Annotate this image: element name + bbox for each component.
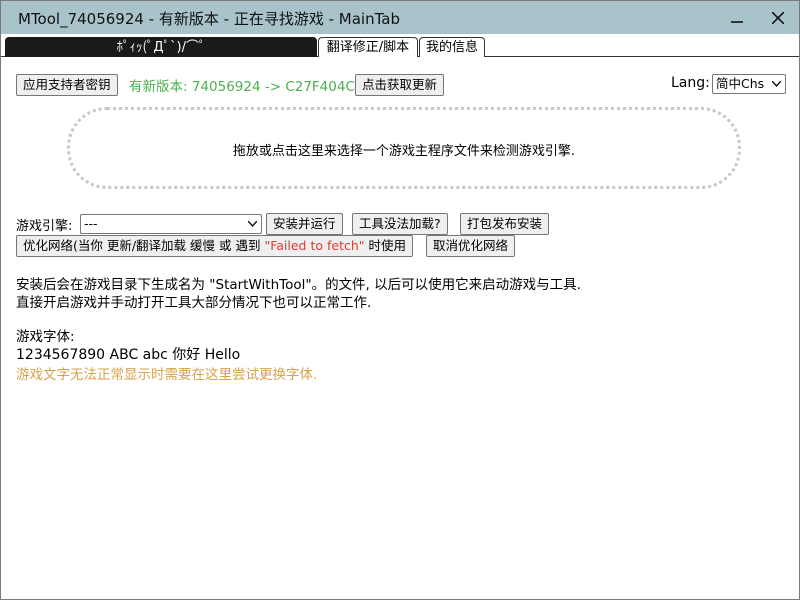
tab-strip: ﾎﾟｨｯ(ﾟДﾟ`)/⌒ﾟ 翻译修正/脚本 我的信息 bbox=[1, 34, 799, 58]
new-version-text: 有新版本: 74056924 -> C27F404C bbox=[129, 79, 355, 95]
install-info-line-1: 安装后会在游戏目录下生成名为 "StartWithTool"。的文件, 以后可以… bbox=[16, 277, 581, 293]
install-and-run-button[interactable]: 安装并运行 bbox=[266, 213, 343, 235]
close-button[interactable] bbox=[755, 1, 800, 34]
package-release-button[interactable]: 打包发布安装 bbox=[460, 213, 550, 235]
window-title: MTool_74056924 - 有新版本 - 正在寻找游戏 - MainTab bbox=[18, 10, 400, 28]
engine-select-value: --- bbox=[84, 216, 98, 231]
game-engine-label: 游戏引擎: bbox=[16, 219, 73, 234]
minimize-button[interactable] bbox=[714, 1, 760, 34]
close-icon bbox=[772, 12, 784, 24]
change-font-hint[interactable]: 游戏文字无法正常显示时需要在这里尝试更换字体. bbox=[16, 363, 317, 383]
main-content: 应用支持者密钥 有新版本: 74056924 -> C27F404C 点击获取更… bbox=[1, 58, 799, 599]
lang-select[interactable]: 简中Chs bbox=[712, 74, 786, 94]
game-font-label: 游戏字体: bbox=[16, 329, 75, 345]
optimize-prefix: 优化网络(当你 更新/翻译加载 缓慢 或 遇到 bbox=[23, 238, 265, 253]
get-update-button[interactable]: 点击获取更新 bbox=[355, 74, 445, 96]
chevron-down-icon bbox=[772, 81, 781, 87]
minimize-icon bbox=[731, 21, 743, 23]
app-window: MTool_74056924 - 有新版本 - 正在寻找游戏 - MainTab… bbox=[0, 0, 800, 600]
optimize-network-button[interactable]: 优化网络(当你 更新/翻译加载 缓慢 或 遇到 "Failed to fetch… bbox=[16, 235, 414, 257]
game-file-dropzone[interactable]: 拖放或点击这里来选择一个游戏主程序文件来检测游戏引擎. bbox=[67, 107, 741, 189]
install-info-line-2: 直接开启游戏并手动打开工具大部分情况下也可以正常工作. bbox=[16, 295, 372, 311]
cancel-optimize-network-button[interactable]: 取消优化网络 bbox=[426, 235, 516, 257]
optimize-suffix: 时使用 bbox=[364, 238, 407, 253]
failed-to-fetch-text: "Failed to fetch" bbox=[264, 238, 365, 253]
game-font-sample: 1234567890 ABC abc 你好 Hello bbox=[16, 347, 241, 363]
tool-not-loading-button[interactable]: 工具没法加载? bbox=[352, 213, 448, 235]
tab-main[interactable]: ﾎﾟｨｯ(ﾟДﾟ`)/⌒ﾟ bbox=[5, 37, 317, 57]
lang-label: Lang: bbox=[671, 75, 710, 91]
game-engine-select[interactable]: --- bbox=[80, 214, 262, 234]
tab-my-info[interactable]: 我的信息 bbox=[419, 37, 485, 57]
tab-translation-fix[interactable]: 翻译修正/脚本 bbox=[318, 37, 418, 57]
lang-select-value: 简中Chs bbox=[716, 76, 765, 91]
apply-supporter-key-button[interactable]: 应用支持者密钥 bbox=[16, 74, 118, 96]
chevron-down-icon bbox=[248, 221, 257, 227]
title-bar[interactable]: MTool_74056924 - 有新版本 - 正在寻找游戏 - MainTab bbox=[1, 1, 799, 34]
dropzone-text: 拖放或点击这里来选择一个游戏主程序文件来检测游戏引擎. bbox=[232, 144, 576, 159]
